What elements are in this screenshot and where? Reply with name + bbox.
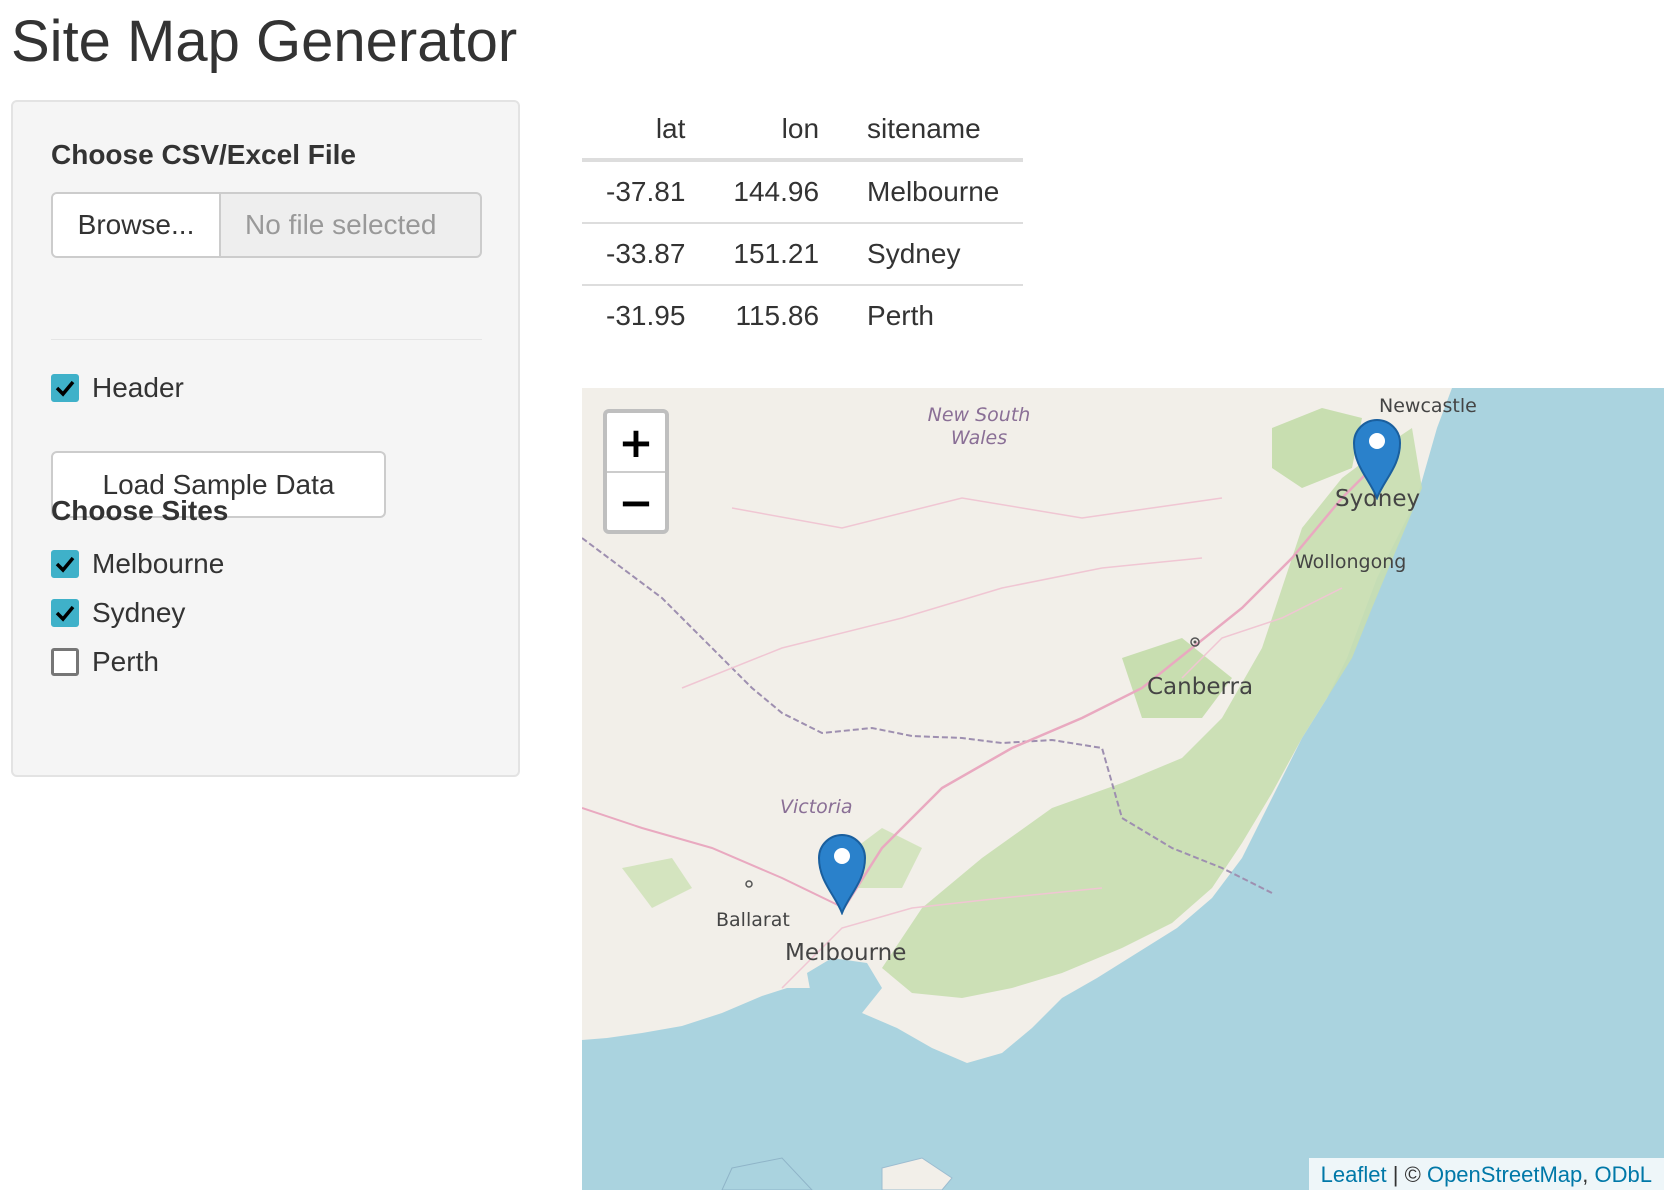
column-header-lon[interactable]: lon	[709, 100, 844, 162]
page-title: Site Map Generator	[11, 9, 518, 74]
cell-lat: -37.81	[582, 160, 710, 224]
map-marker-icon[interactable]	[1352, 418, 1402, 501]
odbl-link[interactable]: ODbL	[1595, 1162, 1652, 1187]
site-option-melbourne[interactable]: Melbourne	[51, 547, 224, 581]
map-label-melbourne: Melbourne	[785, 940, 907, 966]
sidebar-panel: Choose CSV/Excel File Browse... No file …	[11, 100, 520, 777]
cell-sitename: Perth	[867, 300, 934, 331]
cell-lon: 115.86	[735, 300, 820, 331]
map-label-victoria: Victoria	[780, 796, 853, 818]
zoom-in-button[interactable]: +	[607, 413, 665, 473]
header-checkbox-label: Header	[92, 372, 184, 403]
cell-sitename: Sydney	[843, 223, 1024, 286]
checkmark-icon	[55, 556, 75, 573]
sites-table: lat lon sitename -37.81 144.96 Melbourne…	[582, 100, 1024, 346]
map-marker-icon[interactable]	[817, 833, 867, 916]
openstreetmap-link[interactable]: OpenStreetMap	[1427, 1162, 1582, 1187]
cell-lon: 144.96	[709, 160, 844, 224]
site-option-perth[interactable]: Perth	[51, 645, 159, 679]
site-option-label: Perth	[92, 646, 159, 677]
file-input-label: Choose CSV/Excel File	[51, 139, 356, 170]
table-row: -37.81 144.96 Melbourne	[582, 160, 1024, 224]
map-label-nsw: New South Wales	[927, 404, 1031, 449]
column-header-lat[interactable]: lat	[582, 100, 710, 162]
site-option-label: Sydney	[92, 597, 186, 628]
perth-checkbox[interactable]	[51, 648, 79, 676]
checkmark-icon	[55, 380, 75, 397]
table-header-row: lat lon sitename	[582, 100, 1024, 162]
attribution-comma: ,	[1582, 1162, 1589, 1187]
cell-lon: 151.21	[709, 223, 844, 286]
header-checkbox-row[interactable]: Header	[51, 371, 184, 405]
zoom-control: + −	[603, 409, 669, 534]
browse-button[interactable]: Browse...	[53, 194, 221, 256]
map-label-ballarat: Ballarat	[716, 909, 790, 931]
cell-sitename: Melbourne	[843, 160, 1024, 224]
file-name-field[interactable]: No file selected	[221, 194, 480, 256]
cell-lat: -31.95	[606, 300, 686, 331]
map-attribution: Leaflet | © OpenStreetMap, ODbL	[1308, 1158, 1664, 1190]
site-option-label: Melbourne	[92, 548, 225, 579]
table-row: -33.87 151.21 Sydney	[582, 223, 1024, 286]
checkmark-icon	[55, 605, 75, 622]
map-tiles[interactable]	[582, 388, 1664, 1190]
map-label-wollongong: Wollongong	[1295, 551, 1407, 573]
choose-sites-label: Choose Sites	[51, 495, 229, 526]
header-checkbox[interactable]	[51, 374, 79, 402]
map-label-newcastle: Newcastle	[1379, 395, 1477, 417]
map-widget[interactable]: + − New South Wales Newcastle rd Sydney …	[582, 388, 1664, 1190]
attribution-separator: | ©	[1392, 1162, 1421, 1187]
file-input[interactable]: Browse... No file selected	[51, 192, 482, 258]
column-header-sitename[interactable]: sitename	[843, 100, 1024, 162]
table-row: -31.95 115.86 Perth	[582, 285, 1023, 346]
melbourne-checkbox[interactable]	[51, 550, 79, 578]
sydney-checkbox[interactable]	[51, 599, 79, 627]
leaflet-link[interactable]: Leaflet	[1321, 1162, 1387, 1187]
map-label-canberra: Canberra	[1147, 674, 1254, 700]
site-option-sydney[interactable]: Sydney	[51, 596, 185, 630]
cell-lat: -33.87	[582, 223, 710, 286]
zoom-out-button[interactable]: −	[607, 473, 665, 530]
divider	[51, 339, 482, 340]
